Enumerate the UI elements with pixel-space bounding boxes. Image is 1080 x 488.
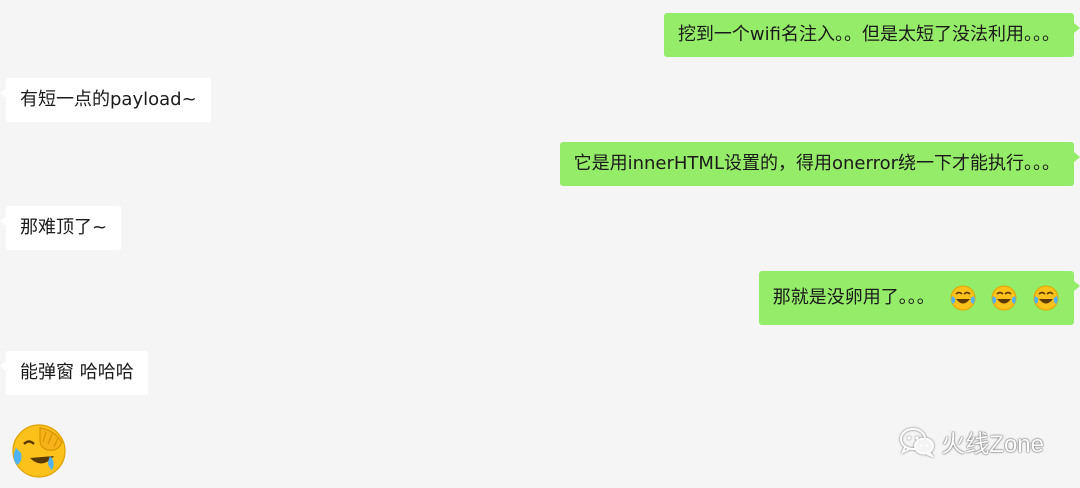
face-palm-laugh-sticker[interactable]: [10, 422, 68, 480]
message-bubble-other[interactable]: 能弹窗 哈哈哈: [0, 351, 148, 395]
watermark-brand: 火线Zone: [941, 431, 1044, 458]
message-text: 有短一点的payload~: [20, 89, 197, 110]
message-text: 挖到一个wifi名注入。。但是太短了没法利用。。。: [677, 24, 1060, 45]
message-bubble-other[interactable]: 有短一点的payload~: [0, 78, 211, 122]
laugh-cry-icon: [1033, 285, 1059, 311]
message-bubble-self[interactable]: 它是用innerHTML设置的，得用onerror绕一下才能执行。。。: [559, 142, 1080, 186]
message-text: 那难顶了~: [20, 217, 108, 238]
message-text: 能弹窗 哈哈哈: [20, 362, 134, 383]
message-text: 它是用innerHTML设置的，得用onerror绕一下才能执行。。。: [573, 153, 1060, 174]
message-bubble-other[interactable]: 那难顶了~: [0, 206, 122, 250]
laugh-cry-icon: [991, 285, 1017, 311]
message-bubble-self[interactable]: 那就是没卵用了。。。: [758, 271, 1080, 325]
laugh-cry-icon: [950, 285, 976, 311]
watermark: 火线Zone: [899, 424, 1044, 459]
wechat-icon: [900, 427, 935, 457]
message-bubble-self[interactable]: 挖到一个wifi名注入。。但是太短了没法利用。。。: [663, 13, 1080, 57]
message-text: 那就是没卵用了。。。: [772, 287, 935, 308]
